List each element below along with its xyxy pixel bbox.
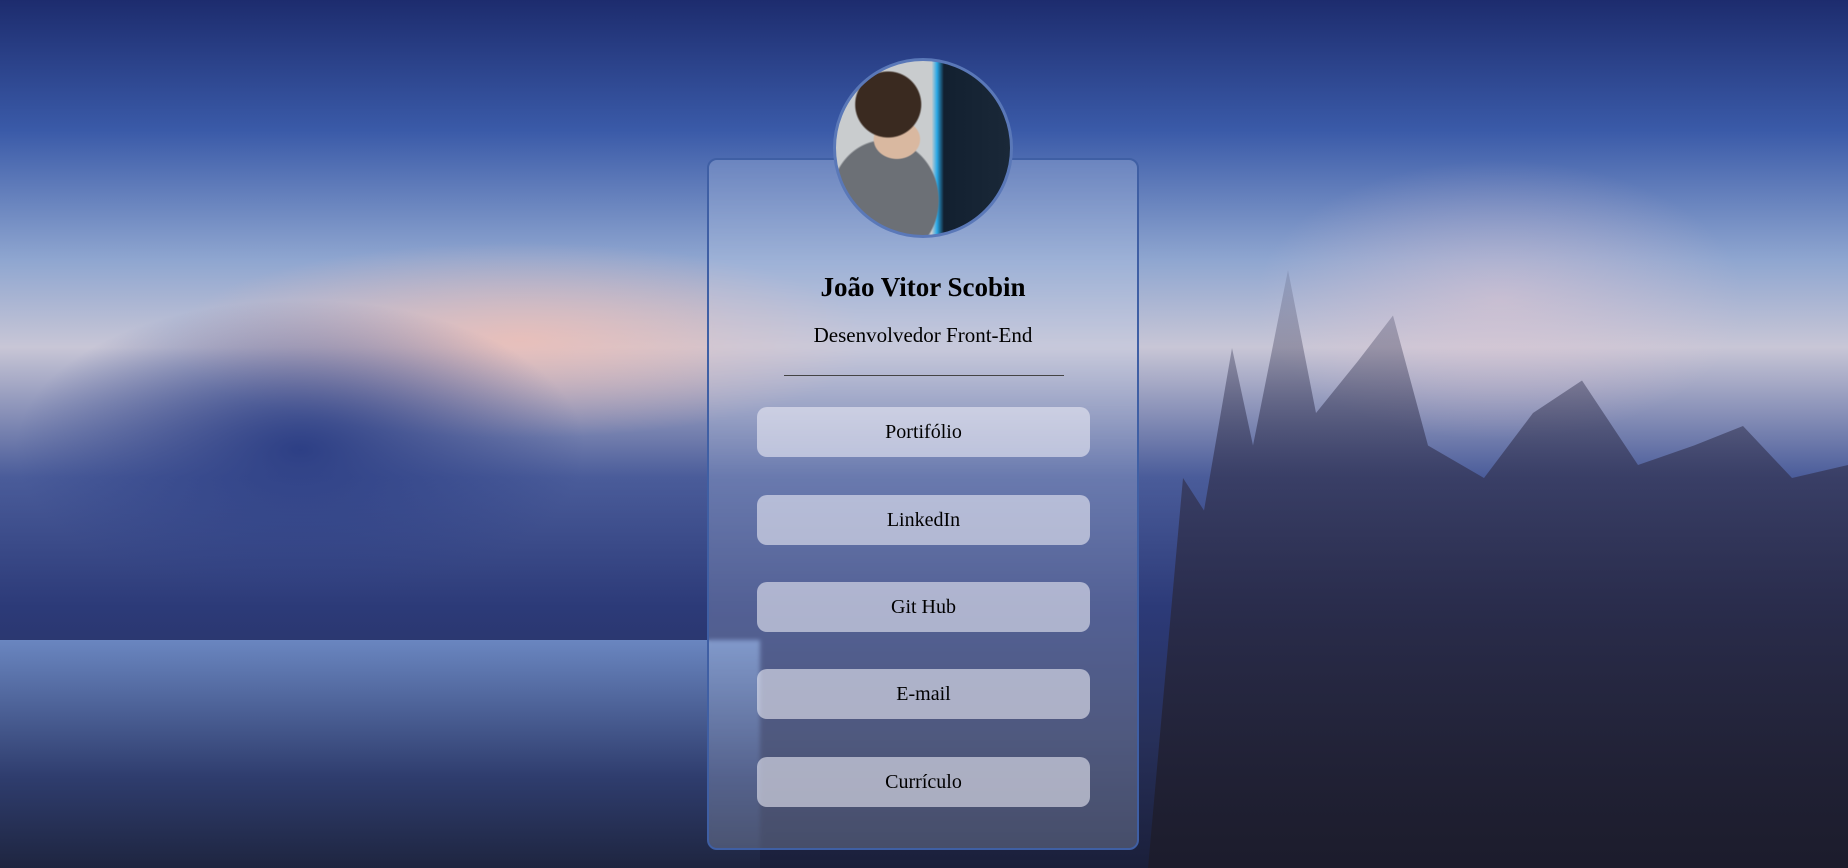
- profile-avatar: [833, 58, 1013, 238]
- linkedin-button[interactable]: LinkedIn: [757, 495, 1090, 545]
- profile-role: Desenvolvedor Front-End: [813, 323, 1033, 347]
- email-button[interactable]: E-mail: [757, 669, 1090, 719]
- profile-name: João Vitor Scobin: [820, 272, 1026, 302]
- divider: [784, 375, 1064, 376]
- portfolio-button[interactable]: Portifólio: [757, 407, 1090, 457]
- background-water: [0, 640, 760, 868]
- background-city: [1148, 270, 1848, 868]
- curriculum-button[interactable]: Currículo: [757, 757, 1090, 807]
- background-clouds: [0, 200, 760, 650]
- github-button[interactable]: Git Hub: [757, 582, 1090, 632]
